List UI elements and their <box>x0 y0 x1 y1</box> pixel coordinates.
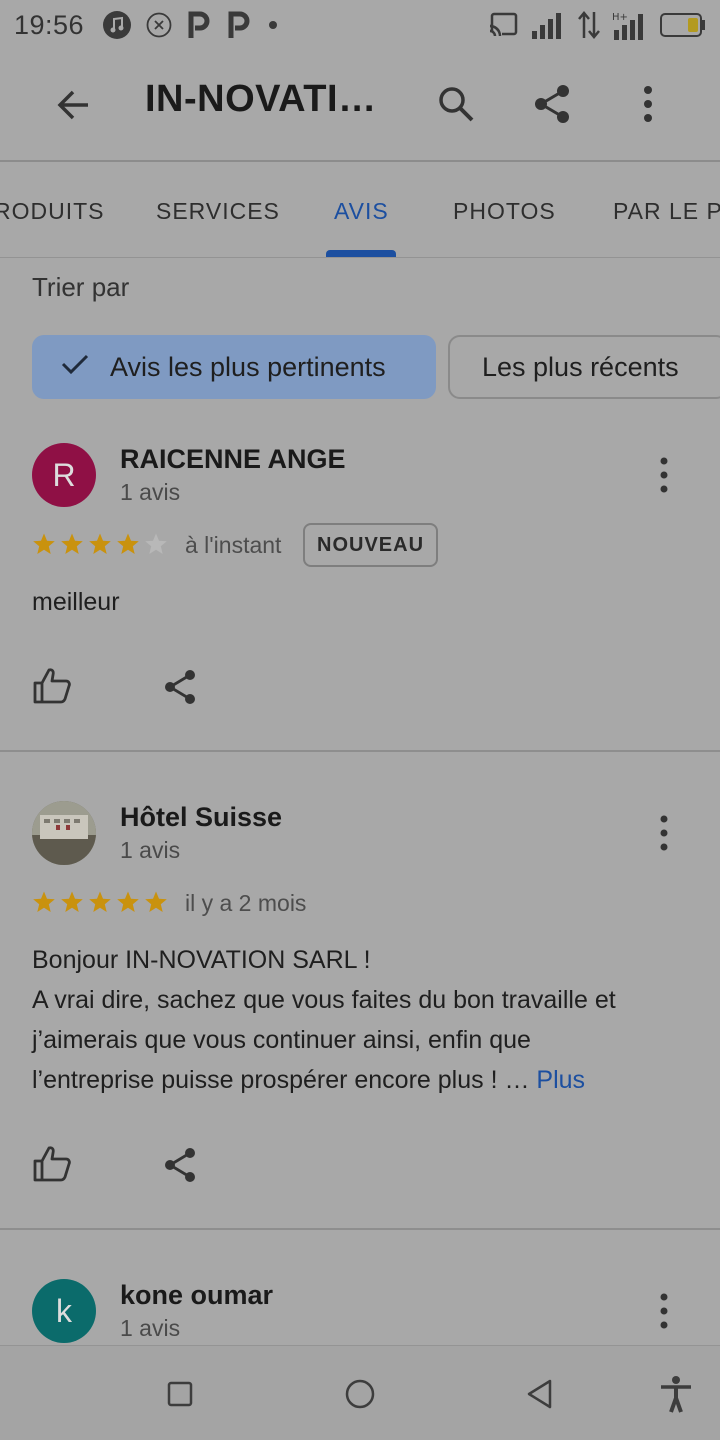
reviewer-name[interactable]: kone oumar <box>120 1280 273 1311</box>
review-text-line: A vrai dire, sachez que vous faites du b… <box>32 986 616 1014</box>
p-icon <box>186 10 212 40</box>
new-badge: NOUVEAU <box>303 523 439 567</box>
review-more-icon[interactable] <box>646 1291 682 1331</box>
star-filled-icon <box>33 533 55 554</box>
accessibility-icon[interactable] <box>656 1374 696 1414</box>
tab-par-le[interactable]: PAR LE PI <box>613 198 720 225</box>
review-text: Bonjour IN-NOVATION SARL ! A vrai dire, … <box>32 940 692 1100</box>
star-filled-icon <box>117 891 139 912</box>
review-text-line: j’aimerais que vous continuer ainsi, enf… <box>32 1026 531 1054</box>
reviewer-review-count: 1 avis <box>120 837 181 863</box>
share-review-icon[interactable] <box>160 667 200 707</box>
star-filled-icon <box>89 533 111 554</box>
review-text: meilleur <box>32 588 120 616</box>
check-icon <box>60 352 90 383</box>
review-more-icon[interactable] <box>646 813 682 853</box>
music-icon <box>102 10 132 40</box>
page-title: IN-NOVATI… <box>145 78 377 120</box>
review-divider <box>0 750 720 752</box>
star-rating <box>32 890 168 914</box>
more-link[interactable]: Plus <box>536 1066 585 1094</box>
close-circle-icon <box>146 12 172 38</box>
battery-icon <box>660 12 706 38</box>
more-vert-icon[interactable] <box>626 82 670 126</box>
star-rating <box>32 532 168 556</box>
avatar[interactable]: R <box>32 443 96 507</box>
thumbs-up-icon[interactable] <box>32 1144 72 1184</box>
review-time: à l'instant <box>185 532 282 558</box>
star-filled-icon <box>117 533 139 554</box>
sort-recent-label: Les plus récents <box>482 351 679 382</box>
star-empty-icon <box>145 533 167 554</box>
reviewer-review-count: 1 avis <box>120 479 181 505</box>
reviewer-review-count: 1 avis <box>120 1315 181 1341</box>
system-nav-bar <box>0 1345 720 1440</box>
status-bar: 19:56 H+ <box>0 0 720 50</box>
sort-relevant-chip[interactable]: Avis les plus pertinents <box>32 335 436 399</box>
svg-text:H+: H+ <box>612 12 628 23</box>
star-filled-icon <box>89 891 111 912</box>
star-filled-icon <box>145 891 167 912</box>
back-triangle-icon[interactable] <box>520 1374 560 1414</box>
cast-icon <box>488 12 518 38</box>
signal-icon <box>530 11 566 39</box>
sort-recent-chip[interactable]: Les plus récents <box>448 335 720 399</box>
tab-services[interactable]: SERVICES <box>156 198 280 225</box>
active-tab-indicator <box>326 250 396 257</box>
review-text-line: Bonjour IN-NOVATION SARL ! <box>32 946 371 974</box>
star-filled-icon <box>61 533 83 554</box>
tab-bar: RODUITS SERVICES AVIS PHOTOS PAR LE PI <box>0 162 720 258</box>
avatar[interactable] <box>32 801 96 865</box>
data-arrows-icon <box>578 10 600 40</box>
hotel-photo-icon <box>32 801 96 865</box>
star-filled-icon <box>33 891 55 912</box>
hplus-signal-icon: H+ <box>612 10 648 40</box>
sort-label: Trier par <box>32 272 130 302</box>
dot-icon <box>266 18 280 32</box>
recents-square-icon[interactable] <box>160 1374 200 1414</box>
reviewer-name[interactable]: RAICENNE ANGE <box>120 444 346 475</box>
review-time: il y a 2 mois <box>185 890 307 916</box>
tab-produits[interactable]: RODUITS <box>0 198 105 225</box>
tab-avis[interactable]: AVIS <box>334 198 389 225</box>
review-divider <box>0 1228 720 1230</box>
app-bar: IN-NOVATI… <box>0 50 720 160</box>
avatar[interactable]: k <box>32 1279 96 1343</box>
share-review-icon[interactable] <box>160 1145 200 1185</box>
share-icon[interactable] <box>530 82 574 126</box>
sort-relevant-label: Avis les plus pertinents <box>110 351 386 382</box>
status-time: 19:56 <box>14 9 85 40</box>
avatar-letter: k <box>56 1292 72 1329</box>
star-filled-icon <box>61 891 83 912</box>
tab-photos[interactable]: PHOTOS <box>453 198 556 225</box>
thumbs-up-icon[interactable] <box>32 666 72 706</box>
p-icon <box>226 10 252 40</box>
review-more-icon[interactable] <box>646 455 682 495</box>
review-text-line: l’entreprise puisse prospérer encore plu… <box>32 1066 530 1094</box>
reviewer-name[interactable]: Hôtel Suisse <box>120 802 282 833</box>
search-icon[interactable] <box>434 82 478 126</box>
home-circle-icon[interactable] <box>340 1374 380 1414</box>
back-arrow-icon[interactable] <box>52 83 96 127</box>
avatar-letter: R <box>52 456 76 493</box>
